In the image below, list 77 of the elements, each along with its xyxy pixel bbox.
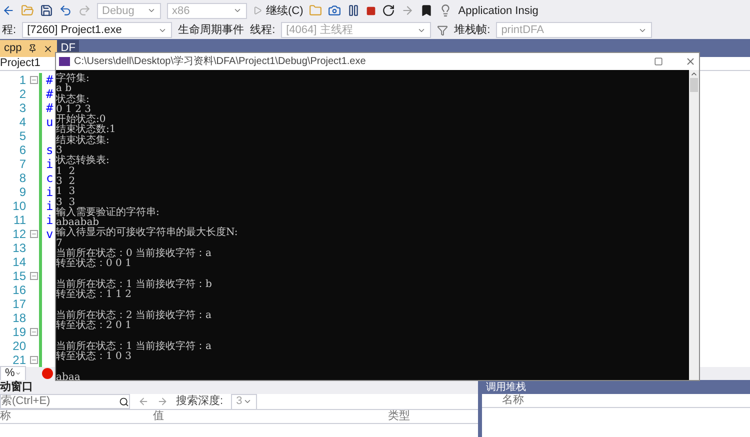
column-header[interactable]: 类型 <box>388 408 468 425</box>
line-number: 1 <box>18 72 26 89</box>
line-number: 7 <box>18 156 26 173</box>
process-dropdown[interactable]: [7260] Project1.exe <box>22 22 172 38</box>
line-number: 13 <box>12 240 26 257</box>
column-header[interactable]: 称 <box>0 408 153 425</box>
console-line: 结束状态集: <box>56 134 110 146</box>
search-field[interactable]: 索(Ctrl+E) <box>0 394 130 409</box>
project-breadcrumb[interactable]: Project1 <box>0 55 40 72</box>
console-line: 3 2 <box>56 176 76 187</box>
line-number: 8 <box>18 170 26 187</box>
platform-dropdown[interactable]: x86 <box>167 2 247 19</box>
line-number: 11 <box>12 212 26 229</box>
stack-frame-dropdown[interactable]: printDFA <box>496 22 652 38</box>
line-number: 17 <box>12 296 26 313</box>
panel-title: 动窗口 <box>0 380 33 394</box>
console-line: 3 3 <box>56 196 76 208</box>
code-text: i <box>46 212 54 229</box>
stack-frame-label: 堆栈帧: <box>454 23 490 38</box>
console-line: 当前所在状态：2 当前接收字符：a <box>56 310 212 321</box>
console-line: 结束状态数:1 <box>56 124 116 136</box>
column-header[interactable]: 值 <box>153 408 388 425</box>
application-insights-label[interactable]: Application Insig <box>458 2 538 20</box>
column-header[interactable]: 名称 <box>502 392 524 409</box>
code-text: i <box>46 184 54 200</box>
line-number: 3 <box>18 100 26 117</box>
console-line: 状态集: <box>56 94 90 105</box>
code-text: # <box>46 100 54 117</box>
line-number: 2 <box>18 86 26 103</box>
console-line: 输入需要验证的字符串: <box>56 206 160 218</box>
line-number: 19 <box>12 324 26 341</box>
editor-tab[interactable]: cpp <box>0 40 57 57</box>
code-text: i <box>46 198 54 214</box>
continue-button[interactable]: 继续(C) <box>253 2 304 20</box>
code-text: c <box>46 170 54 186</box>
line-number: 12 <box>12 226 26 243</box>
line-number: 4 <box>18 114 26 131</box>
console-line: 状态转换表: <box>56 155 110 166</box>
console-line: 1 3 <box>56 186 76 198</box>
process-label: 程: <box>2 23 16 38</box>
console-line: 转至状态：1 1 2 <box>56 289 132 300</box>
window-title: C:\Users\dell\Desktop\学习资料\DFA\Project1\Debug\Project1.exe <box>74 54 366 69</box>
code-text: i <box>46 156 54 173</box>
panel-title: 调用堆栈 <box>486 380 526 394</box>
console-line: 当前所在状态：1 当前接收字符：a <box>56 340 212 352</box>
line-number: 18 <box>12 310 26 327</box>
line-number: 21 <box>12 352 26 368</box>
search-depth-dropdown[interactable]: 3 <box>231 394 258 410</box>
console-line: 0 1 2 3 <box>56 104 91 115</box>
code-text: # <box>46 86 54 103</box>
line-number: 6 <box>18 142 26 159</box>
line-number: 14 <box>12 254 26 271</box>
thread-label: 线程: <box>250 23 276 38</box>
console-line: a b <box>56 83 72 94</box>
console-line: 当前所在状态：1 当前接收字符：b <box>56 278 212 290</box>
console-line: 转至状态：0 0 1 <box>56 258 132 270</box>
code-text: v <box>46 226 54 243</box>
console-line: 转至状态：2 0 1 <box>56 320 132 332</box>
line-number: 15 <box>12 268 26 285</box>
console-line: 1 2 <box>56 166 76 177</box>
config-dropdown[interactable]: Debug <box>97 2 161 19</box>
code-text: # <box>46 72 54 89</box>
console-line: abaa <box>56 372 80 380</box>
line-number: 10 <box>12 198 26 215</box>
code-text: u <box>46 114 54 131</box>
console-line: 字符集: <box>56 73 90 84</box>
lifecycle-events-button[interactable]: 生命周期事件 <box>178 22 244 39</box>
code-text: s <box>46 142 54 158</box>
line-number: 5 <box>18 128 26 145</box>
search-depth-label: 搜索深度: <box>176 394 224 410</box>
console-line: 7 <box>56 238 62 249</box>
line-number: 16 <box>12 282 26 299</box>
line-number: 9 <box>18 184 26 201</box>
console-line: 转至状态：1 0 3 <box>56 351 132 362</box>
thread-dropdown[interactable]: [4064] 主线程 <box>281 22 432 38</box>
console-line: 输入待显示的可接收字符串的最大长度N: <box>56 227 238 238</box>
line-number: 20 <box>12 338 26 355</box>
